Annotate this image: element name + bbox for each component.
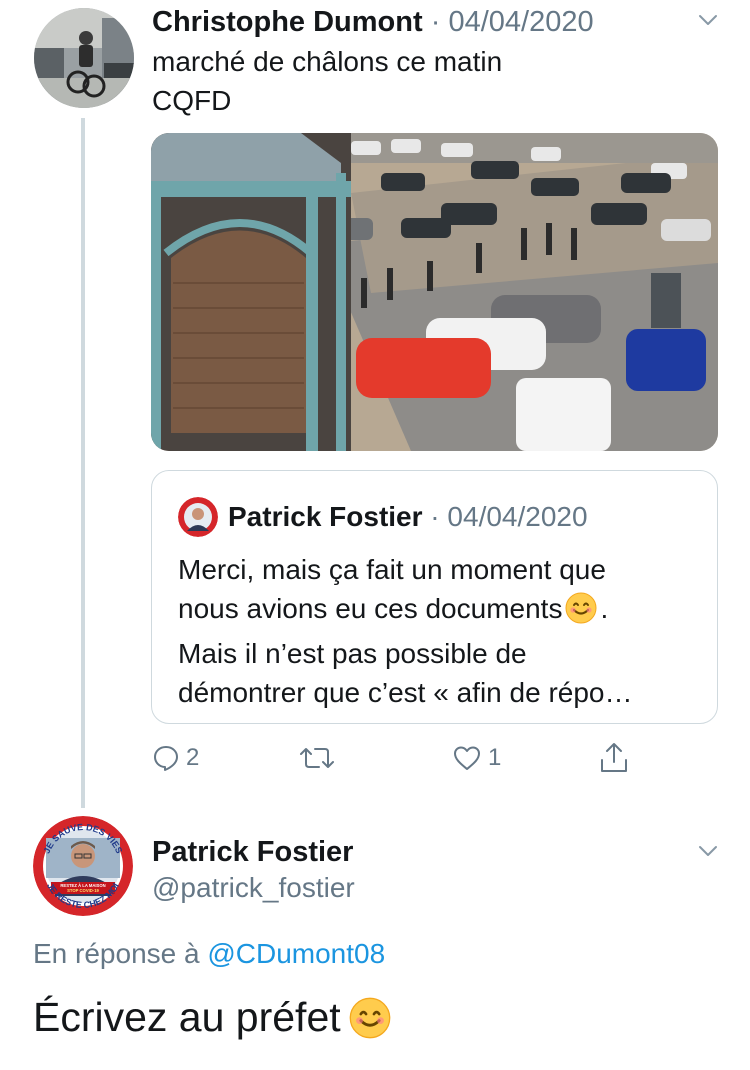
in-reply-to: En réponse à @CDumont08 [33, 936, 385, 972]
quoted-text-line: nous avions eu ces documents. [178, 589, 698, 634]
in-reply-to-label: En réponse à [33, 938, 208, 969]
header-separator: · [422, 501, 448, 532]
chevron-down-icon[interactable] [698, 14, 718, 26]
quoted-text-line: Merci, mais ça fait un moment que [178, 554, 606, 585]
quoted-tweet-header: Patrick Fostier · 04/04/2020 [228, 499, 588, 535]
tweet-actions: 2 1 [152, 736, 652, 780]
chevron-down-icon[interactable] [698, 845, 718, 857]
reply-button[interactable]: 2 [152, 736, 199, 780]
heart-icon [452, 744, 482, 772]
tweet-text: marché de châlons ce matin CQFD [152, 42, 502, 120]
in-reply-to-handle[interactable]: @CDumont08 [207, 938, 385, 969]
like-button[interactable]: 1 [452, 736, 501, 780]
quoted-author-name: Patrick Fostier [228, 501, 423, 532]
quoted-tweet[interactable]: Patrick Fostier · 04/04/2020 Merci, mais… [151, 470, 718, 724]
reply-author-avatar[interactable]: RESTEZ À LA MAISON STOP COVID-19 JE SAUV… [33, 816, 133, 916]
header-separator: · [422, 6, 449, 38]
tweet-date[interactable]: 04/04/2020 [448, 6, 593, 38]
reply-text: Écrivez au préfet [33, 994, 341, 1040]
retweet-icon [299, 744, 335, 772]
tweet-header: Christophe Dumont · 04/04/2020 [152, 4, 594, 40]
share-icon [599, 742, 629, 774]
reply-count: 2 [186, 744, 200, 771]
share-button[interactable] [599, 736, 629, 780]
reply-author-handle[interactable]: @patrick_fostier [152, 870, 355, 906]
quoted-text-line: démontrer que c’est « afin de répo… [178, 677, 633, 708]
quoted-text-line: Mais il n’est pas possible de [178, 638, 527, 669]
quoted-author-avatar [178, 497, 218, 537]
smiling-face-emoji [349, 997, 391, 1050]
reply-tweet-text: Écrivez au préfet [33, 992, 391, 1050]
quoted-text-fragment: . [600, 593, 609, 624]
thread-line [81, 118, 85, 808]
reply-icon [152, 744, 180, 772]
quoted-tweet-date: 04/04/2020 [447, 501, 588, 532]
author-avatar[interactable] [34, 8, 134, 108]
reply-author-name[interactable]: Patrick Fostier [152, 834, 353, 870]
tweet-text-line: CQFD [152, 85, 232, 116]
like-count: 1 [488, 744, 502, 771]
author-name[interactable]: Christophe Dumont [152, 6, 423, 38]
avatar-badge-center-line: STOP COVID-19 [67, 888, 99, 893]
smiling-face-emoji [565, 592, 597, 634]
retweet-button[interactable] [299, 736, 341, 780]
quoted-text-fragment: nous avions eu ces documents [178, 593, 563, 624]
tweet-photo[interactable] [151, 133, 718, 451]
quoted-tweet-text: Merci, mais ça fait un moment que nous a… [178, 550, 698, 712]
tweet-text-line: marché de châlons ce matin [152, 46, 503, 77]
